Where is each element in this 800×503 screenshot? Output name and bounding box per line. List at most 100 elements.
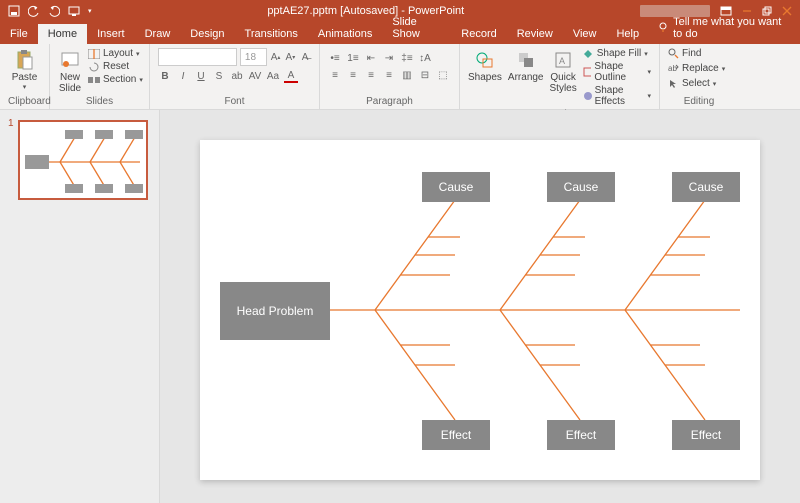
line-spacing-icon[interactable]: ‡≡: [400, 51, 414, 65]
font-group: 18 A▴ A▾ A̶ B I U S ab AV Aa A Font: [150, 44, 320, 109]
align-right-icon[interactable]: ≡: [364, 68, 378, 82]
cause-box-2[interactable]: Cause: [547, 172, 615, 202]
animations-tab[interactable]: Animations: [308, 24, 382, 44]
underline-icon[interactable]: U: [194, 69, 208, 83]
effect-box-2[interactable]: Effect: [547, 420, 615, 450]
find-button[interactable]: Find: [668, 48, 730, 59]
new-slide-icon: [58, 48, 82, 72]
paragraph-label: Paragraph: [328, 96, 451, 107]
quick-styles-button[interactable]: AQuick Styles: [550, 48, 577, 94]
design-tab[interactable]: Design: [180, 24, 234, 44]
font-size-combo[interactable]: 18: [240, 48, 267, 66]
decrease-indent-icon[interactable]: ⇤: [364, 51, 378, 65]
tell-me-search[interactable]: Tell me what you want to do: [649, 12, 800, 44]
slides-label: Slides: [58, 96, 141, 107]
paste-icon: [13, 48, 37, 72]
review-tab[interactable]: Review: [507, 24, 563, 44]
slide[interactable]: Head Problem Cause Cause Cause Effect Ef…: [200, 140, 760, 480]
bullets-icon[interactable]: •≡: [328, 51, 342, 65]
section-label: Section: [103, 74, 136, 85]
effect-text: Effect: [441, 428, 471, 442]
drawing-group: Shapes Arrange AQuick Styles Shape Fill▾…: [460, 44, 660, 109]
new-slide-button[interactable]: New Slide: [58, 48, 82, 94]
slide-thumbnail-1[interactable]: [18, 120, 148, 200]
justify-icon[interactable]: ≡: [382, 68, 396, 82]
arrange-button[interactable]: Arrange: [508, 48, 544, 83]
arrange-icon: [514, 48, 538, 72]
head-problem-box[interactable]: Head Problem: [220, 282, 330, 340]
cause-box-3[interactable]: Cause: [672, 172, 740, 202]
insert-tab[interactable]: Insert: [87, 24, 135, 44]
window-title: pptAE27.pptm [Autosaved] - PowerPoint: [100, 5, 632, 17]
ribbon-tabs: File Home Insert Draw Design Transitions…: [0, 22, 800, 44]
select-button[interactable]: Select▾: [668, 78, 730, 89]
cause-text: Cause: [689, 180, 724, 194]
quick-access-toolbar: ▾: [0, 5, 100, 17]
section-button[interactable]: Section▾: [88, 74, 143, 85]
start-from-beginning-icon[interactable]: [68, 5, 80, 17]
replace-icon: ab: [668, 63, 679, 74]
record-tab[interactable]: Record: [451, 24, 506, 44]
select-icon: [668, 78, 679, 89]
reset-label: Reset: [103, 61, 129, 72]
layout-label: Layout: [103, 48, 133, 59]
layout-button[interactable]: Layout▾: [88, 48, 143, 59]
paste-button[interactable]: Paste ▾: [8, 48, 41, 91]
draw-tab[interactable]: Draw: [135, 24, 181, 44]
increase-indent-icon[interactable]: ⇥: [382, 51, 396, 65]
decrease-font-icon[interactable]: A▾: [284, 50, 296, 64]
bold-icon[interactable]: B: [158, 69, 172, 83]
file-tab[interactable]: File: [0, 24, 38, 44]
shape-outline-button[interactable]: Shape Outline▾: [583, 61, 651, 83]
change-case-icon[interactable]: Aa: [266, 69, 280, 83]
effect-box-3[interactable]: Effect: [672, 420, 740, 450]
align-left-icon[interactable]: ≡: [328, 68, 342, 82]
numbering-icon[interactable]: 1≡: [346, 51, 360, 65]
slide-canvas-area[interactable]: Head Problem Cause Cause Cause Effect Ef…: [160, 110, 800, 503]
shapes-button[interactable]: Shapes: [468, 48, 502, 83]
increase-font-icon[interactable]: A▴: [270, 50, 282, 64]
outline-icon: [583, 67, 592, 77]
replace-button[interactable]: abReplace▾: [668, 63, 730, 74]
italic-icon[interactable]: I: [176, 69, 190, 83]
quick-styles-label: Quick Styles: [550, 72, 577, 94]
transitions-tab[interactable]: Transitions: [235, 24, 308, 44]
shadow-icon[interactable]: ab: [230, 69, 244, 83]
reset-button[interactable]: Reset: [88, 61, 143, 72]
help-tab[interactable]: Help: [606, 24, 649, 44]
undo-icon[interactable]: [28, 5, 40, 17]
spacing-icon[interactable]: AV: [248, 69, 262, 83]
slide-thumbnail-pane: 1: [0, 110, 160, 503]
thumbnail-number: 1: [8, 118, 14, 200]
home-tab[interactable]: Home: [38, 24, 87, 44]
slideshow-tab[interactable]: Slide Show: [382, 12, 451, 44]
font-family-combo[interactable]: [158, 48, 237, 66]
font-color-icon[interactable]: A: [284, 69, 298, 83]
view-tab[interactable]: View: [563, 24, 607, 44]
smartart-icon[interactable]: ⬚: [436, 68, 450, 82]
qat-dropdown-icon[interactable]: ▾: [88, 7, 92, 15]
ribbon: Paste ▾ Clipboard New Slide Layout▾ Rese…: [0, 44, 800, 110]
effect-box-1[interactable]: Effect: [422, 420, 490, 450]
align-text-icon[interactable]: ⊟: [418, 68, 432, 82]
redo-icon[interactable]: [48, 5, 60, 17]
clipboard-group: Paste ▾ Clipboard: [0, 44, 50, 109]
tell-me-label: Tell me what you want to do: [673, 16, 792, 40]
fill-icon: [583, 49, 594, 59]
shape-effects-button[interactable]: Shape Effects▾: [583, 85, 651, 107]
shape-fill-button[interactable]: Shape Fill▾: [583, 48, 651, 59]
new-slide-label: New Slide: [59, 72, 81, 94]
lightbulb-icon: [657, 21, 669, 36]
find-icon: [668, 48, 679, 59]
clear-formatting-icon[interactable]: A̶: [299, 50, 311, 64]
arrange-label: Arrange: [508, 72, 544, 83]
shape-fill-label: Shape Fill: [597, 48, 641, 59]
align-center-icon[interactable]: ≡: [346, 68, 360, 82]
head-problem-text: Head Problem: [237, 304, 314, 318]
cause-box-1[interactable]: Cause: [422, 172, 490, 202]
save-icon[interactable]: [8, 5, 20, 17]
text-direction-icon[interactable]: ↕A: [418, 51, 432, 65]
strikethrough-icon[interactable]: S: [212, 69, 226, 83]
slides-group: New Slide Layout▾ Reset Section▾ Slides: [50, 44, 150, 109]
columns-icon[interactable]: ▥: [400, 68, 414, 82]
